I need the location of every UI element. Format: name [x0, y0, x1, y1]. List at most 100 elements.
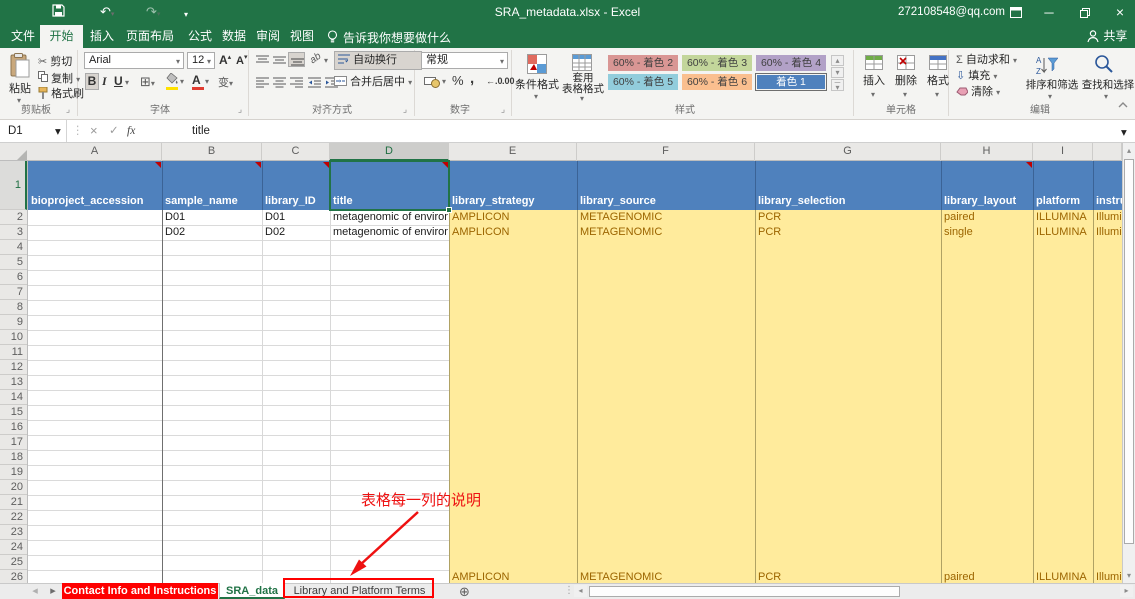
insert-dropdown[interactable]: ▾ — [871, 90, 875, 99]
column-header-D[interactable]: D — [330, 143, 449, 161]
scroll-down-icon[interactable]: ▾ — [1123, 569, 1135, 582]
align-center-icon[interactable] — [273, 77, 286, 88]
row-header-15[interactable]: 15 — [0, 405, 27, 420]
row-header-18[interactable]: 18 — [0, 450, 27, 465]
orientation-dropdown[interactable]: ▾ — [324, 56, 328, 65]
sort-filter-button[interactable]: 排序和筛选 — [1022, 78, 1082, 93]
close-button[interactable]: × — [1108, 0, 1132, 25]
formula-bar-splitter[interactable]: ⋮ — [72, 120, 84, 142]
cell-E26[interactable]: AMPLICON — [449, 570, 576, 583]
cell-J2[interactable]: Illumi — [1093, 210, 1121, 225]
cell-E2[interactable]: AMPLICON — [449, 210, 576, 225]
header-cell-C1[interactable]: library_ID — [262, 161, 330, 210]
cell-J26[interactable]: Illumi — [1093, 570, 1121, 583]
row-header-5[interactable]: 5 — [0, 255, 27, 270]
number-dialog-launcher[interactable]: ⌟ — [497, 103, 509, 115]
comma-style-icon[interactable]: , — [470, 70, 474, 87]
row-header-17[interactable]: 17 — [0, 435, 27, 450]
cell-F3[interactable]: METAGENOMIC — [577, 225, 754, 240]
bold-button[interactable]: B — [85, 73, 99, 90]
sheet-nav-left-icon[interactable]: ◂ — [28, 583, 42, 599]
header-cell-G1[interactable]: library_selection — [755, 161, 941, 210]
tab-insert[interactable]: 插入 — [86, 25, 118, 48]
italic-button[interactable]: I — [102, 74, 107, 88]
cell-style-chip[interactable]: 60% - 着色 3 — [682, 55, 752, 71]
column-header-F[interactable]: F — [577, 143, 755, 161]
sheet-nav-right-icon[interactable]: ▸ — [46, 583, 60, 599]
tell-me-box[interactable]: 告诉我你想要做什么 — [343, 29, 451, 46]
collapse-ribbon-icon[interactable] — [1118, 101, 1128, 108]
fill-button[interactable]: ⇩ 填充 ▾ — [956, 69, 997, 84]
copy-button[interactable]: 复制 ▾ — [38, 71, 80, 86]
cell-G26[interactable]: PCR — [755, 570, 940, 583]
column-header-clipped[interactable] — [1093, 143, 1122, 161]
borders-icon[interactable]: ⊞▾ — [140, 74, 155, 90]
restore-button[interactable] — [1074, 0, 1096, 25]
shrink-font-icon[interactable]: A▾ — [236, 53, 247, 67]
row-header-2[interactable]: 2 — [0, 210, 27, 225]
column-header-B[interactable]: B — [162, 143, 262, 161]
insert-button[interactable]: 插入 — [858, 74, 890, 89]
new-sheet-icon[interactable]: ⊕ — [459, 584, 470, 599]
cell-I3[interactable]: ILLUMINA — [1033, 225, 1092, 240]
delete-dropdown[interactable]: ▾ — [903, 90, 907, 99]
enter-icon[interactable]: ✓ — [109, 120, 119, 142]
align-bottom-icon[interactable] — [288, 52, 305, 67]
header-cell-A1[interactable]: bioproject_accession — [28, 161, 162, 210]
cell-B3[interactable]: D02 — [162, 225, 261, 240]
column-header-E[interactable]: E — [449, 143, 577, 161]
user-account[interactable]: 272108548@qq.com — [898, 0, 1005, 25]
cell-D3[interactable]: metagenomic of environ — [330, 225, 448, 240]
row-header-10[interactable]: 10 — [0, 330, 27, 345]
row-header-25[interactable]: 25 — [0, 555, 27, 570]
select-all-corner[interactable] — [17, 150, 27, 160]
delete-button[interactable]: 删除 — [890, 74, 922, 89]
column-header-G[interactable]: G — [755, 143, 941, 161]
tab-review[interactable]: 审阅 — [252, 25, 284, 48]
format-painter-button[interactable]: 格式刷 — [38, 87, 84, 102]
autosum-button[interactable]: Σ 自动求和 ▾ — [956, 53, 1017, 68]
cell-F2[interactable]: METAGENOMIC — [577, 210, 754, 225]
accounting-format-icon[interactable]: ▾ — [424, 75, 440, 88]
column-header-C[interactable]: C — [262, 143, 330, 161]
row-header-19[interactable]: 19 — [0, 465, 27, 480]
header-cell-H1[interactable]: library_layout — [941, 161, 1033, 210]
align-middle-icon[interactable] — [273, 55, 286, 66]
conditional-formatting-button[interactable]: 条件格式 — [515, 78, 559, 93]
insert-function-icon[interactable]: fx — [127, 120, 135, 142]
header-cell-B1[interactable]: sample_name — [162, 161, 262, 210]
increase-decimal-icon[interactable]: ←.0 — [486, 76, 503, 86]
styles-gallery-down-icon[interactable]: ▾ — [831, 67, 844, 78]
cell-G3[interactable]: PCR — [755, 225, 940, 240]
phonetic-guide-icon[interactable]: 变▾ — [218, 74, 233, 90]
find-select-button[interactable]: 查找和选择 — [1078, 78, 1135, 93]
cell-B2[interactable]: D01 — [162, 210, 261, 225]
column-header-A[interactable]: A — [28, 143, 162, 161]
header-cell-I1[interactable]: platform — [1033, 161, 1093, 210]
cell-style-chip[interactable]: 着色 1 — [756, 74, 826, 90]
sort-filter-dropdown[interactable]: ▾ — [1048, 92, 1052, 101]
cell-J3[interactable]: Illumi — [1093, 225, 1121, 240]
row-header-23[interactable]: 23 — [0, 525, 27, 540]
align-right-icon[interactable] — [290, 77, 303, 88]
hscroll-right-icon[interactable]: ▸ — [1120, 585, 1133, 597]
ribbon-display-options-icon[interactable] — [1006, 0, 1026, 25]
vertical-scroll-thumb[interactable] — [1124, 159, 1134, 544]
underline-button[interactable]: U — [114, 74, 123, 88]
sheet-tab-sra-data[interactable]: SRA_data — [219, 583, 285, 599]
row-header-26[interactable]: 26 — [0, 570, 27, 583]
header-cell-F1[interactable]: library_source — [577, 161, 755, 210]
row-header-20[interactable]: 20 — [0, 480, 27, 495]
styles-gallery-up-icon[interactable]: ▴ — [831, 55, 844, 66]
column-header-H[interactable]: H — [941, 143, 1033, 161]
fill-color-icon[interactable]: ▾ — [166, 73, 180, 90]
format-as-table-button[interactable]: 套用表格格式 — [561, 73, 605, 95]
row-header-1[interactable]: 1 — [0, 161, 27, 210]
conditional-formatting-dropdown[interactable]: ▾ — [534, 92, 538, 101]
wrap-text-button[interactable]: 自动换行 — [334, 51, 422, 70]
cell-I2[interactable]: ILLUMINA — [1033, 210, 1092, 225]
row-header-4[interactable]: 4 — [0, 240, 27, 255]
font-size-select[interactable]: 12▾ — [187, 52, 215, 69]
alignment-dialog-launcher[interactable]: ⌟ — [399, 103, 411, 115]
merge-center-button[interactable]: 合并后居中 ▾ — [334, 75, 412, 90]
